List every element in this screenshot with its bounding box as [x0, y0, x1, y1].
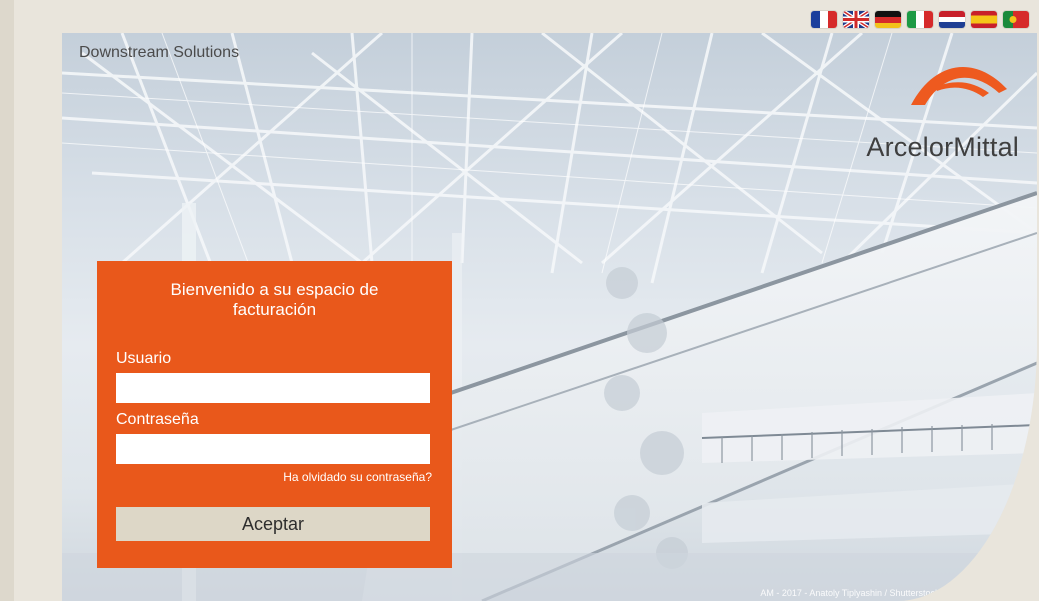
accept-button[interactable]: Aceptar — [116, 507, 430, 541]
login-form: Bienvenido a su espacio de facturación U… — [97, 261, 452, 568]
flag-french-icon[interactable] — [811, 11, 837, 28]
site-subtitle: Downstream Solutions — [79, 44, 240, 61]
photo-credit: AM - 2017 - Anatoly Tiplyashin / Shutter… — [760, 588, 959, 598]
hero-banner: Downstream Solutions ArcelorMittal Bienv… — [62, 33, 1037, 601]
arcelormittal-swoosh-icon — [911, 66, 1007, 105]
flag-english-icon[interactable] — [843, 11, 869, 28]
flag-german-icon[interactable] — [875, 11, 901, 28]
flag-dutch-icon[interactable] — [939, 11, 965, 28]
password-input[interactable] — [116, 434, 430, 464]
password-label: Contraseña — [116, 411, 199, 428]
brand-logo: ArcelorMittal — [809, 53, 1019, 163]
username-input[interactable] — [116, 373, 430, 403]
left-margin-strip — [0, 0, 14, 601]
forgot-password-link[interactable]: Ha olvidado su contraseña? — [283, 470, 432, 484]
language-selector — [811, 11, 1029, 28]
flag-portuguese-icon[interactable] — [1003, 11, 1029, 28]
username-label: Usuario — [116, 350, 172, 367]
flag-italian-icon[interactable] — [907, 11, 933, 28]
login-heading: Bienvenido a su espacio de facturación — [170, 280, 379, 319]
brand-name: ArcelorMittal — [866, 132, 1019, 162]
flag-spanish-icon[interactable] — [971, 11, 997, 28]
